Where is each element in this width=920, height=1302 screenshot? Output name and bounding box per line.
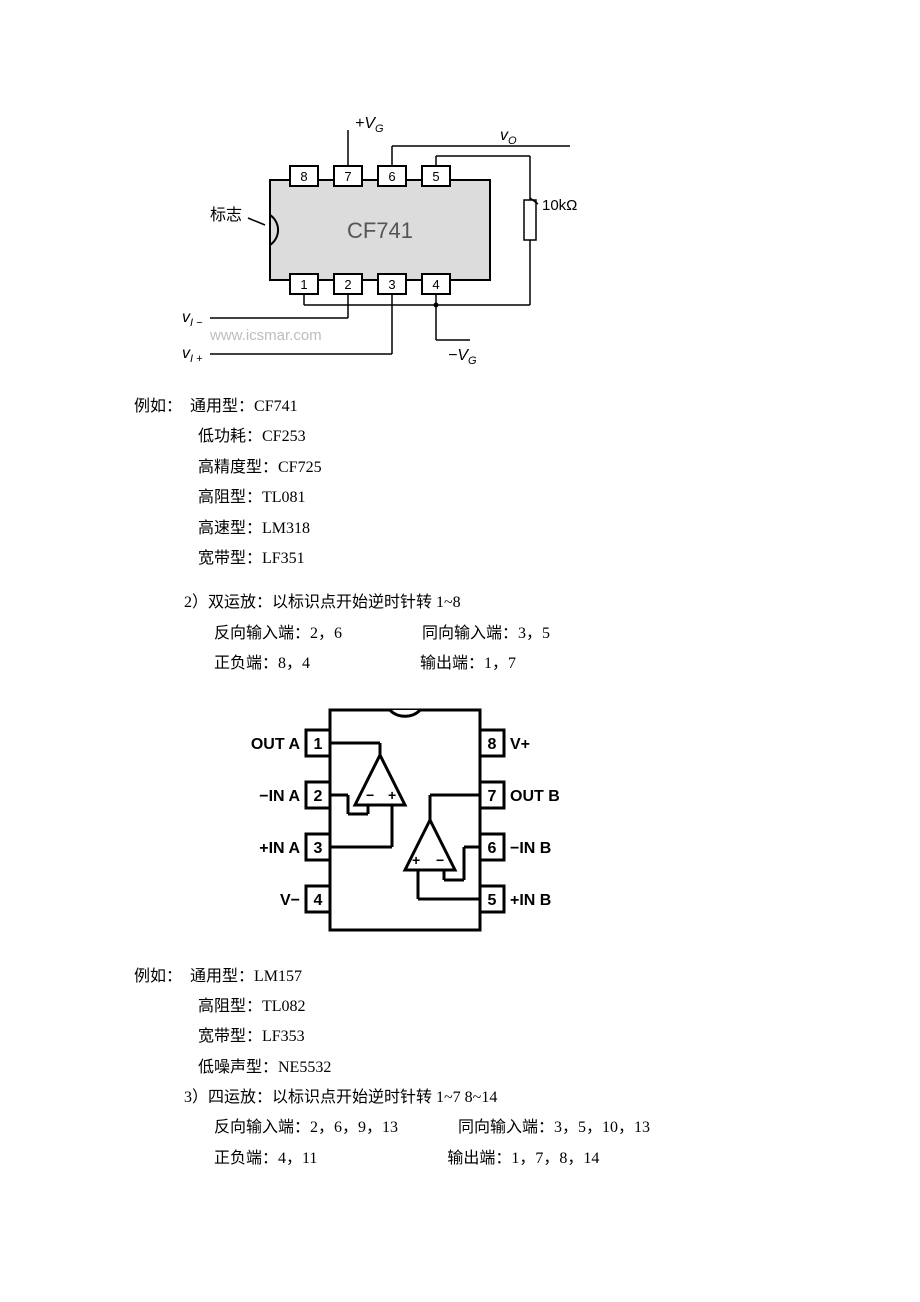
dp3: 3: [314, 840, 323, 857]
pin-5-label: 5: [432, 169, 439, 184]
lbl-outb: OUT B: [510, 788, 560, 805]
dp7: 7: [488, 788, 497, 805]
pin-8-label: 8: [300, 169, 307, 184]
pin-3-label: 3: [388, 277, 395, 292]
item2-wide: 宽带型：LF353: [198, 1022, 860, 1052]
vi-plus-label: vI +: [182, 345, 203, 365]
pin-4-label: 4: [432, 277, 439, 292]
quad-out: 输出端：1，7，8，14: [447, 1150, 599, 1167]
dp4: 4: [314, 892, 323, 909]
quad-supply: 正负端：4，11: [214, 1150, 317, 1167]
item2-highz: 高阻型：TL082: [198, 992, 860, 1022]
lbl-plusina: +IN A: [259, 840, 300, 857]
dp2: 2: [314, 788, 323, 805]
dual-noninv: 同向输入端：3，5: [422, 625, 550, 642]
quad-title: 3）四运放：以标识点开始逆时针转 1~7 8~14: [184, 1083, 860, 1113]
lbl-outa: OUT A: [251, 736, 301, 753]
examples-dual-opamp: 例如： 通用型：LM157 高阻型：TL082 宽带型：LF353 低噪声型：N…: [130, 962, 860, 1084]
opa-plus: +: [388, 787, 396, 803]
cf741-svg: 8 7 6 5 1 2 3 4 CF741 标志 +VG vO: [170, 110, 610, 380]
lbl-mininb: −IN B: [510, 840, 551, 857]
label-example: 例如：: [134, 398, 182, 415]
item-lowpower: 低功耗：CF253: [198, 422, 860, 452]
pin-2-label: 2: [344, 277, 351, 292]
dual-out: 输出端：1，7: [420, 655, 516, 672]
lbl-plusinb: +IN B: [510, 892, 551, 909]
dual-opamp-svg: 1 2 3 4 8 7 6 5 OUT A −IN A +IN A V− V+ …: [220, 690, 580, 950]
examples-single-opamp: 例如： 通用型：CF741 低功耗：CF253 高精度型：CF725 高阻型：T…: [130, 392, 860, 574]
dual-inv: 反向输入端：2，6: [214, 625, 342, 642]
chip-label: CF741: [347, 218, 413, 243]
item-wideband: 宽带型：LF351: [198, 544, 860, 574]
quad-noninv: 同向输入端：3，5，10，13: [458, 1119, 650, 1136]
lbl-vminus: V−: [280, 892, 300, 909]
opa-minus: −: [366, 787, 374, 803]
dp6: 6: [488, 840, 497, 857]
dp5: 5: [488, 892, 497, 909]
opb-minus: −: [436, 852, 444, 868]
dual-supply: 正负端：8，4: [214, 655, 310, 672]
item2-generic: 通用型：LM157: [190, 968, 302, 985]
section-quad-opamp: 3）四运放：以标识点开始逆时针转 1~7 8~14 反向输入端：2，6，9，13…: [130, 1083, 860, 1174]
lbl-vplus: V+: [510, 736, 530, 753]
lbl-minina: −IN A: [259, 788, 300, 805]
item2-lownoise: 低噪声型：NE5532: [198, 1053, 860, 1083]
dual-title: 2）双运放：以标识点开始逆时针转 1~8: [184, 588, 860, 618]
item-highz: 高阻型：TL081: [198, 483, 860, 513]
resistor-label: 10kΩ: [542, 197, 577, 214]
label-example2: 例如：: [134, 968, 182, 985]
figure-cf741: 8 7 6 5 1 2 3 4 CF741 标志 +VG vO: [170, 110, 860, 380]
pin-1-label: 1: [300, 277, 307, 292]
vg-plus-label: +VG: [355, 115, 384, 135]
opb-plus: +: [412, 852, 420, 868]
pin-7-label: 7: [344, 169, 351, 184]
figure-dual-opamp: 1 2 3 4 8 7 6 5 OUT A −IN A +IN A V− V+ …: [220, 690, 860, 950]
item-generic: 通用型：CF741: [190, 398, 298, 415]
watermark-text: www.icsmar.com: [209, 327, 322, 344]
dp1: 1: [314, 736, 323, 753]
pin-6-label: 6: [388, 169, 395, 184]
item-precision: 高精度型：CF725: [198, 453, 860, 483]
section-dual-opamp: 2）双运放：以标识点开始逆时针转 1~8 反向输入端：2，6同向输入端：3，5 …: [130, 588, 860, 679]
vg-minus-label: −VG: [448, 347, 477, 367]
item-highspeed: 高速型：LM318: [198, 514, 860, 544]
dp8: 8: [488, 736, 497, 753]
vo-label: vO: [500, 127, 517, 147]
marker-label: 标志: [210, 206, 242, 224]
vi-minus-label: vI −: [182, 309, 203, 329]
quad-inv: 反向输入端：2，6，9，13: [214, 1119, 398, 1136]
